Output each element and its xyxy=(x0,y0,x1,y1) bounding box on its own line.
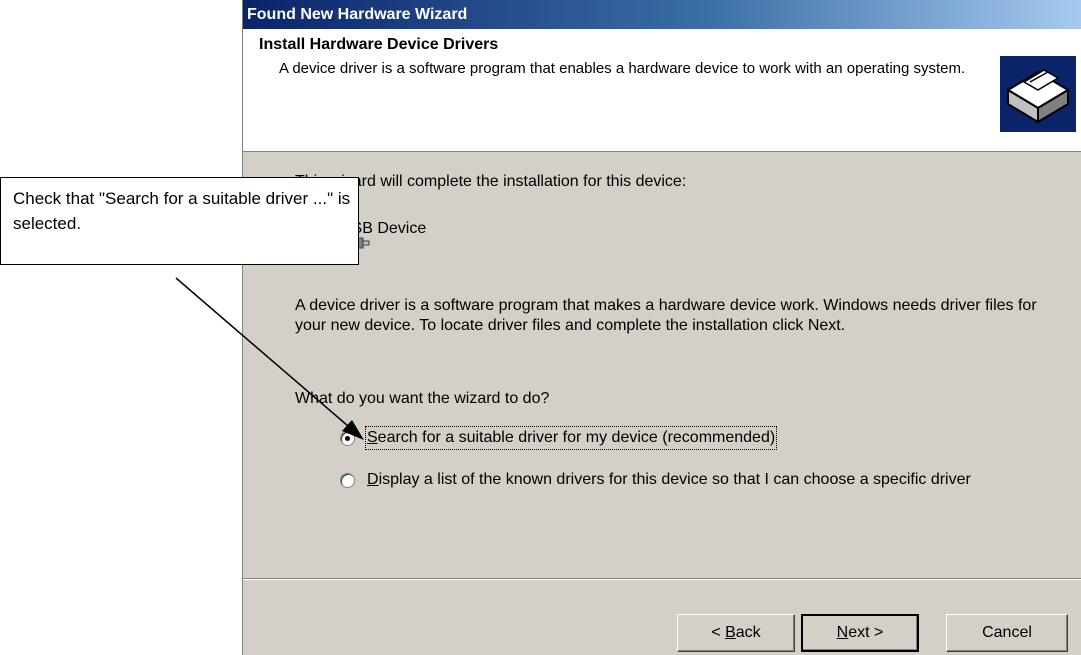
back-button[interactable]: < Back xyxy=(677,614,795,652)
window-title: Found New Hardware Wizard xyxy=(243,0,1081,29)
hardware-card-icon xyxy=(1000,56,1076,132)
display-list-label[interactable]: Display a list of the known drivers for … xyxy=(367,470,1027,490)
header-title: Install Hardware Device Drivers xyxy=(259,36,499,53)
question-text: What do you want the wizard to do? xyxy=(295,390,550,407)
cancel-button[interactable]: Cancel xyxy=(946,614,1068,652)
footer-separator xyxy=(243,578,1081,580)
wizard-window: Found New Hardware Wizard Install Hardwa… xyxy=(242,0,1081,655)
display-list-radio[interactable] xyxy=(340,473,355,488)
option-search-driver[interactable]: Search for a suitable driver for my devi… xyxy=(340,426,1040,450)
instruction-callout: Check that "Search for a suitable driver… xyxy=(0,177,359,265)
header-subtitle: A device driver is a software program th… xyxy=(279,60,966,77)
option-display-list[interactable]: Display a list of the known drivers for … xyxy=(340,470,1040,490)
search-driver-radio[interactable] xyxy=(340,431,355,446)
explanation-text: A device driver is a software program th… xyxy=(295,297,1037,334)
search-driver-label[interactable]: Search for a suitable driver for my devi… xyxy=(364,426,778,450)
next-button[interactable]: Next > xyxy=(801,614,919,652)
